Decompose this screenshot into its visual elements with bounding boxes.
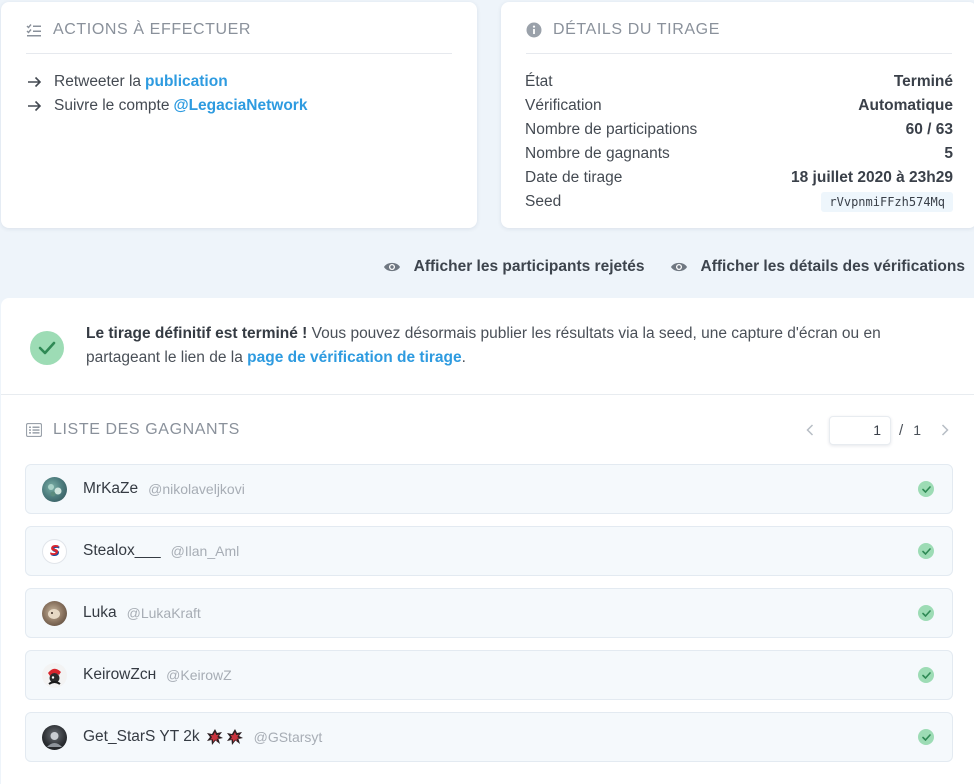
detail-value: Automatique xyxy=(858,97,953,114)
details-table: État Terminé Vérification Automatique No… xyxy=(525,70,953,214)
detail-value: 18 juillet 2020 à 23h29 xyxy=(791,169,953,186)
actions-card: ACTIONS À EFFECTUER Retweeter la publica… xyxy=(1,2,477,228)
detail-row-winners-count: Nombre de gagnants 5 xyxy=(525,142,953,166)
detail-row-state: État Terminé xyxy=(525,70,953,94)
avatar xyxy=(42,600,67,626)
arrow-right-icon xyxy=(27,100,45,112)
detail-label: Nombre de gagnants xyxy=(525,145,670,162)
show-rejected-toggle[interactable]: Afficher les participants rejetés xyxy=(383,258,645,276)
details-header: DÉTAILS DU TIRAGE xyxy=(526,19,952,54)
verified-check-icon xyxy=(918,481,934,497)
detail-row-verification: Vérification Automatique xyxy=(525,94,953,118)
publication-link[interactable]: publication xyxy=(145,73,228,91)
winner-name: Luka xyxy=(83,604,117,621)
success-check-icon xyxy=(30,331,64,365)
eye-icon xyxy=(383,261,401,273)
page-number-input[interactable]: 1 xyxy=(829,415,892,445)
success-strong: Le tirage définitif est terminé ! xyxy=(86,325,308,342)
detail-label: État xyxy=(525,73,553,90)
winner-row[interactable]: S Stealox___ @Ilan_Aml xyxy=(25,526,953,576)
info-icon xyxy=(526,19,542,41)
verified-check-icon xyxy=(918,667,934,683)
winner-handle[interactable]: @LukaKraft xyxy=(127,605,201,621)
success-end: . xyxy=(461,349,466,366)
winner-handle[interactable]: @KeirowZ xyxy=(166,667,232,683)
detail-row-seed: Seed rVvpnmiFFzh574Mq xyxy=(525,190,953,214)
account-link[interactable]: @LegaciaNetwork xyxy=(173,97,307,115)
actions-title: ACTIONS À EFFECTUER xyxy=(53,21,252,38)
winner-name: KeirowZᴄʜ xyxy=(83,666,157,683)
checklist-icon xyxy=(26,19,42,41)
detail-label: Vérification xyxy=(525,97,602,114)
show-rejected-label: Afficher les participants rejetés xyxy=(413,258,645,275)
success-message: Le tirage définitif est terminé ! Vous p… xyxy=(1,298,974,395)
avatar xyxy=(42,662,67,688)
actions-list: Retweeter la publication Suivre le compt… xyxy=(27,70,307,118)
detail-label: Nombre de participations xyxy=(525,121,698,138)
results-panel: Le tirage définitif est terminé ! Vous p… xyxy=(1,298,974,784)
avatar-letter: S xyxy=(49,543,60,559)
winner-handle[interactable]: @Ilan_Aml xyxy=(171,543,240,559)
winner-name: Stealox___ xyxy=(83,542,161,559)
verified-check-icon xyxy=(918,543,934,559)
verification-page-link[interactable]: page de vérification de tirage xyxy=(247,349,461,366)
action-text: Suivre le compte xyxy=(54,97,170,114)
success-text: Le tirage définitif est terminé ! Vous p… xyxy=(86,322,946,370)
avatar xyxy=(42,476,67,502)
action-text: Retweeter la xyxy=(54,73,142,90)
detail-row-participations: Nombre de participations 60 / 63 xyxy=(525,118,953,142)
chevron-right-icon[interactable] xyxy=(938,423,952,437)
anger-badge-icon xyxy=(226,729,243,745)
winner-list: MrKaZe @nikolaveljkovi S Stealox___ @Ila… xyxy=(25,464,953,774)
chevron-left-icon[interactable] xyxy=(803,423,817,437)
pagination: 1 / 1 xyxy=(803,415,952,445)
winner-handle[interactable]: @nikolaveljkovi xyxy=(148,481,245,497)
detail-row-date: Date de tirage 18 juillet 2020 à 23h29 xyxy=(525,166,953,190)
detail-label: Date de tirage xyxy=(525,169,623,186)
toggle-bar: Afficher les participants rejetés Affich… xyxy=(358,258,965,276)
avatar: S xyxy=(42,538,67,564)
show-verifications-toggle[interactable]: Afficher les détails des vérifications xyxy=(670,258,965,276)
anger-badge-icon xyxy=(206,729,223,745)
details-card: DÉTAILS DU TIRAGE État Terminé Vérificat… xyxy=(501,2,974,228)
winner-name-text: Get_StarS YT 2k xyxy=(83,728,200,745)
details-title: DÉTAILS DU TIRAGE xyxy=(553,21,720,38)
action-retweet: Retweeter la publication xyxy=(27,70,307,94)
detail-value: Terminé xyxy=(893,73,953,90)
winners-title: LISTE DES GAGNANTS xyxy=(53,421,240,438)
verified-check-icon xyxy=(918,729,934,745)
winner-row[interactable]: Get_StarS YT 2k @GStarsyt xyxy=(25,712,953,762)
detail-label: Seed xyxy=(525,193,562,210)
verified-check-icon xyxy=(918,605,934,621)
list-icon xyxy=(26,423,43,437)
arrow-right-icon xyxy=(27,76,45,88)
page-separator: / xyxy=(899,421,904,439)
eye-icon xyxy=(670,261,688,273)
page-total: 1 xyxy=(913,422,921,438)
winner-name: Get_StarS YT 2k xyxy=(83,728,244,746)
winner-name: MrKaZe xyxy=(83,480,139,497)
winner-row[interactable]: MrKaZe @nikolaveljkovi xyxy=(25,464,953,514)
winner-row[interactable]: KeirowZᴄʜ @KeirowZ xyxy=(25,650,953,700)
detail-value: 5 xyxy=(944,145,953,162)
action-follow: Suivre le compte @LegaciaNetwork xyxy=(27,94,307,118)
winner-handle[interactable]: @GStarsyt xyxy=(254,729,323,745)
avatar xyxy=(42,724,67,750)
actions-header: ACTIONS À EFFECTUER xyxy=(26,19,452,54)
show-verifications-label: Afficher les détails des vérifications xyxy=(700,258,965,275)
winner-row[interactable]: Luka @LukaKraft xyxy=(25,588,953,638)
detail-value: 60 / 63 xyxy=(905,121,953,138)
seed-value[interactable]: rVvpnmiFFzh574Mq xyxy=(821,192,953,212)
